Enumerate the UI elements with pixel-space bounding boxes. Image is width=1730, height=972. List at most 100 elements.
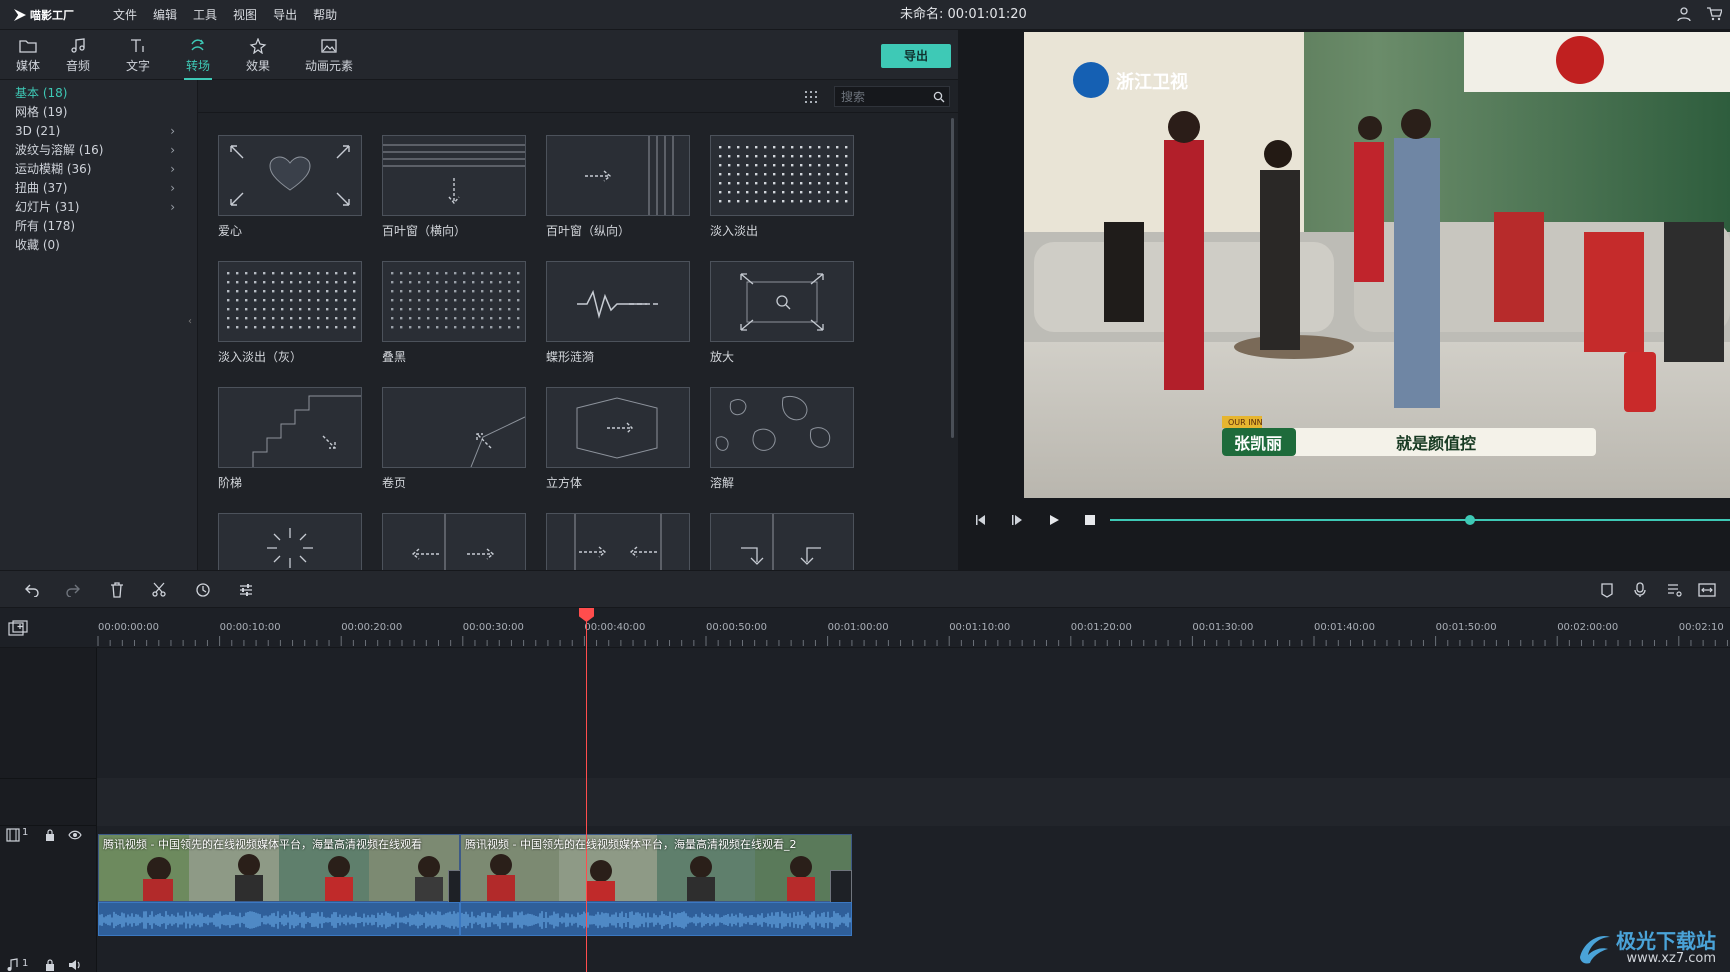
transition-tile-heart[interactable]: 爱心 xyxy=(218,135,362,239)
preview-panel: 浙江卫视 OUR INN 张凯丽 就是颜值控 xyxy=(958,30,1730,570)
category-list: 基本 (18) 网格 (19) 3D (21) › 波纹与溶解 (16) › 运动模… xyxy=(0,80,198,570)
transition-tile-fade-black[interactable]: 叠黑 xyxy=(382,261,526,365)
menu-edit[interactable]: 编辑 xyxy=(145,0,185,30)
tab-media[interactable]: 媒体 xyxy=(0,30,56,80)
chevron-right-icon: › xyxy=(170,162,175,176)
transition-tile-page-curl[interactable]: 卷页 xyxy=(382,387,526,491)
stop-icon[interactable] xyxy=(1083,513,1097,527)
playback-progress-handle[interactable] xyxy=(1464,515,1475,525)
watermark-logo-icon xyxy=(1580,935,1610,964)
category-all[interactable]: 所有 (178) xyxy=(0,217,197,236)
transition-tile-zoom[interactable]: 放大 xyxy=(710,261,854,365)
tab-elements[interactable]: 动画元素 xyxy=(298,30,360,80)
grid-toolbar xyxy=(198,80,958,113)
blinds-horizontal-icon xyxy=(383,144,525,205)
category-slideshow[interactable]: 幻灯片 (31) › xyxy=(0,198,197,217)
lock-icon[interactable] xyxy=(44,828,56,842)
category-distort[interactable]: 扭曲 (37) › xyxy=(0,179,197,198)
prev-frame-icon[interactable] xyxy=(974,513,988,527)
menu-help[interactable]: 帮助 xyxy=(305,0,345,30)
audio-clip[interactable] xyxy=(98,902,460,936)
tab-audio[interactable]: 音频 xyxy=(50,30,106,80)
dots-grid-dark-icon xyxy=(382,261,526,342)
play-icon[interactable] xyxy=(1047,513,1061,527)
undo-icon[interactable] xyxy=(24,583,40,597)
delete-icon[interactable] xyxy=(110,582,124,598)
playback-progress-track[interactable] xyxy=(1110,519,1730,521)
transition-tile-fade-gray[interactable]: 淡入淡出（灰） xyxy=(218,261,362,365)
transition-tile-dissolve[interactable]: 溶解 xyxy=(710,387,854,491)
audio-lock-icon[interactable] xyxy=(44,958,56,972)
tab-audio-label: 音频 xyxy=(65,59,90,73)
video-clip[interactable]: 腾讯视频 - 中国领先的在线视频媒体平台，海量高清视频在线观看 xyxy=(98,834,460,902)
play-frame-icon[interactable] xyxy=(1010,513,1024,527)
chevron-right-icon: › xyxy=(170,143,175,157)
audio-waveform xyxy=(99,911,459,929)
grid-scrollbar[interactable] xyxy=(951,118,954,438)
ruler-time-label: 00:00:20:00 xyxy=(341,622,403,633)
grid-view-icon[interactable] xyxy=(804,90,818,104)
transition-marker[interactable] xyxy=(830,870,852,904)
category-grid[interactable]: 网格 (19) xyxy=(0,103,197,122)
menu-file[interactable]: 文件 xyxy=(105,0,145,30)
voiceover-list-icon[interactable] xyxy=(1666,582,1682,598)
eye-icon[interactable] xyxy=(68,829,82,841)
stairs-icon xyxy=(252,395,361,467)
transition-tile-cube[interactable]: 立方体 xyxy=(546,387,690,491)
transition-name: 淡入淡出（灰） xyxy=(218,350,303,364)
add-track-icon[interactable] xyxy=(8,620,28,636)
category-label: 幻灯片 (31) xyxy=(15,200,80,214)
ruler-time-label: 00:01:20:00 xyxy=(1070,622,1132,633)
tab-text-label: 文字 xyxy=(125,59,150,73)
logo-mark-icon xyxy=(14,9,26,21)
transition-tile-blinds-horizontal[interactable]: 百叶窗（横向） xyxy=(382,135,526,239)
transition-tile-blinds-vertical[interactable]: 百叶窗（纵向） xyxy=(546,135,690,239)
transition-tile-butterfly-ripple[interactable]: 蝶形涟漪 xyxy=(546,261,690,365)
audio-track-header: 1 xyxy=(6,958,96,972)
ruler-time-label: 00:01:00:00 xyxy=(827,622,889,633)
tab-effects[interactable]: 效果 xyxy=(230,30,286,80)
transition-tile-stairs[interactable]: 阶梯 xyxy=(218,387,362,491)
watermark-url: www.xz7.com xyxy=(1626,951,1716,966)
scissors-icon[interactable] xyxy=(152,582,166,598)
menu-view[interactable]: 视图 xyxy=(225,0,265,30)
redo-icon[interactable] xyxy=(65,583,81,597)
clip-title: 腾讯视频 - 中国领先的在线视频媒体平台，海量高清视频在线观看 xyxy=(103,838,422,851)
search-input[interactable] xyxy=(835,87,925,106)
transition-name: 爱心 xyxy=(218,224,243,238)
ruler-ticks xyxy=(97,636,1728,646)
fit-timeline-icon[interactable] xyxy=(1698,582,1716,598)
video-clip[interactable]: 腾讯视频 - 中国领先的在线视频媒体平台，海量高清视频在线观看_2 xyxy=(460,834,852,902)
search-icon[interactable] xyxy=(933,91,945,103)
audio-clip[interactable] xyxy=(460,902,852,936)
tab-text[interactable]: 文字 xyxy=(110,30,166,80)
cart-icon[interactable] xyxy=(1706,6,1722,22)
category-ripple-dissolve[interactable]: 波纹与溶解 (16) › xyxy=(0,141,197,160)
export-button[interactable]: 导出 xyxy=(881,44,951,68)
watermark-text: 极光下载站 xyxy=(1616,929,1716,953)
user-icon[interactable] xyxy=(1676,6,1692,22)
audio-track-number: 1 xyxy=(22,958,29,969)
category-basic[interactable]: 基本 (18) xyxy=(0,84,197,103)
category-3d[interactable]: 3D (21) › xyxy=(0,122,197,141)
microphone-icon[interactable] xyxy=(1633,582,1647,598)
category-favorites[interactable]: 收藏 (0) xyxy=(0,236,197,255)
menu-export[interactable]: 导出 xyxy=(265,0,305,30)
transition-icon xyxy=(191,39,205,51)
blinds-vertical-icon xyxy=(585,136,674,215)
ruler-time-label: 00:01:10:00 xyxy=(949,622,1011,633)
marker-icon[interactable] xyxy=(1600,582,1614,598)
transition-tile-fade[interactable]: 淡入淡出 xyxy=(710,135,854,239)
speed-clock-icon[interactable] xyxy=(195,582,211,598)
ruler-time-label: 00:00:30:00 xyxy=(462,622,524,633)
adjust-icon[interactable] xyxy=(238,582,254,598)
collapse-panel-icon[interactable]: ‹ xyxy=(188,316,192,327)
category-motion-blur[interactable]: 运动模糊 (36) › xyxy=(0,160,197,179)
speaker-icon[interactable] xyxy=(68,958,82,972)
menu-tools[interactable]: 工具 xyxy=(185,0,225,30)
timeline-ruler[interactable]: 00:00:00:00 00:00:10:00 00:00:20:00 00:00:3… xyxy=(0,608,1730,648)
tab-effects-label: 效果 xyxy=(245,59,270,73)
category-label: 扭曲 (37) xyxy=(15,181,68,195)
dots-grid-gray-icon xyxy=(218,261,362,342)
tab-transitions[interactable]: 转场 xyxy=(170,30,226,80)
